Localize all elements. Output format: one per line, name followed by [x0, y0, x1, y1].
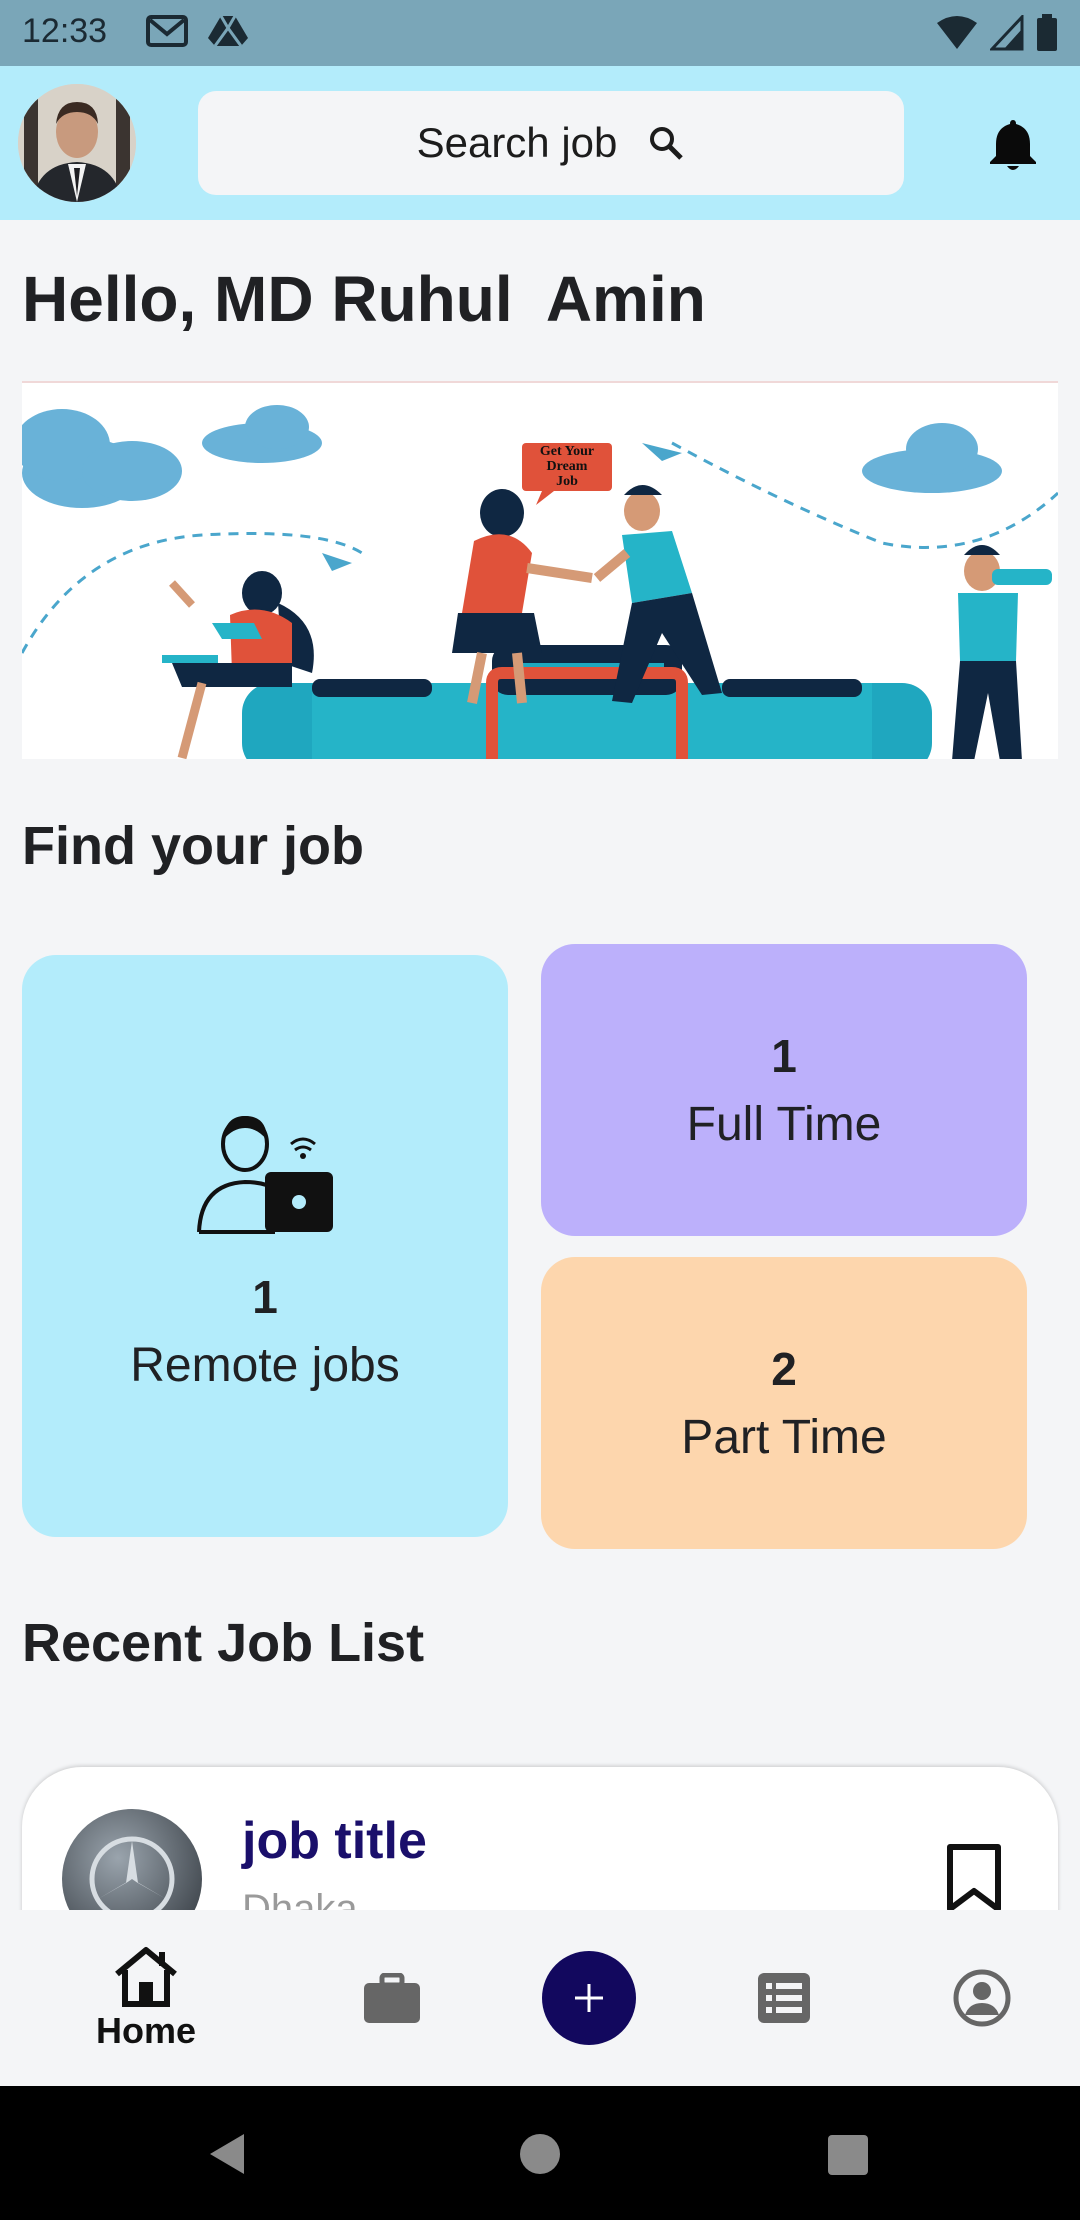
add-icon — [575, 1984, 603, 2012]
part-time-count: 2 — [771, 1342, 797, 1395]
bell-icon[interactable] — [988, 116, 1038, 172]
nav-home-label: Home — [95, 2010, 197, 2051]
job-title: job title — [242, 1812, 427, 1870]
status-time: 12:33 — [22, 12, 108, 50]
bookmark-icon[interactable] — [946, 1843, 1002, 1913]
home-icon — [115, 1947, 177, 2007]
nav-jobs[interactable] — [350, 1910, 434, 2086]
dream-job-banner: Get Your Dream Job — [22, 381, 1058, 759]
wifi-icon — [937, 16, 977, 49]
profile-icon — [953, 1969, 1011, 2027]
list-icon — [758, 1973, 810, 2023]
signal-icon — [990, 15, 1024, 51]
status-bar: 12:33 — [0, 0, 1080, 66]
search-icon — [650, 127, 684, 160]
remote-jobs-card[interactable]: 1 Remote jobs — [22, 955, 508, 1537]
app-header: Search job — [0, 66, 1080, 220]
recent-job-list-title: Recent Job List — [22, 1613, 425, 1673]
search-input[interactable]: Search job — [198, 91, 904, 195]
full-time-card[interactable]: 1 Full Time — [541, 944, 1027, 1236]
bottom-navigation: Home — [0, 1910, 1080, 2086]
nav-home[interactable]: Home — [70, 1910, 222, 2086]
greeting-title: Hello, MD Ruhul Amin — [22, 263, 706, 335]
banner-sign-line2: Dream — [547, 459, 588, 474]
full-time-count: 1 — [771, 1029, 797, 1082]
remote-jobs-count: 1 — [252, 1270, 278, 1323]
full-time-label: Full Time — [686, 1097, 882, 1151]
system-navigation-bar — [0, 2086, 1080, 2220]
find-job-title: Find your job — [22, 816, 364, 876]
briefcase-icon — [364, 1973, 420, 2023]
back-icon[interactable] — [204, 2130, 248, 2178]
avatar-icon — [18, 84, 136, 202]
nav-profile[interactable] — [940, 1910, 1024, 2086]
search-placeholder: Search job — [416, 119, 618, 166]
part-time-label: Part Time — [681, 1410, 887, 1464]
home-nav-icon[interactable] — [518, 2132, 562, 2176]
banner-sign-line1: Get Your — [540, 444, 594, 459]
battery-icon — [1037, 14, 1057, 51]
part-time-card[interactable]: 2 Part Time — [541, 1257, 1027, 1549]
nav-list[interactable] — [742, 1910, 826, 2086]
drive-icon — [208, 15, 248, 47]
banner-sign-line3: Job — [556, 474, 578, 489]
avatar[interactable] — [18, 84, 136, 202]
add-job-button[interactable] — [542, 1951, 636, 2045]
banner-illustration: Get Your Dream Job — [22, 405, 1058, 759]
gmail-icon — [146, 15, 188, 47]
remote-work-icon — [197, 1115, 333, 1234]
remote-jobs-label: Remote jobs — [130, 1338, 400, 1392]
nav-add[interactable] — [542, 1910, 636, 2086]
recents-icon[interactable] — [827, 2134, 869, 2176]
